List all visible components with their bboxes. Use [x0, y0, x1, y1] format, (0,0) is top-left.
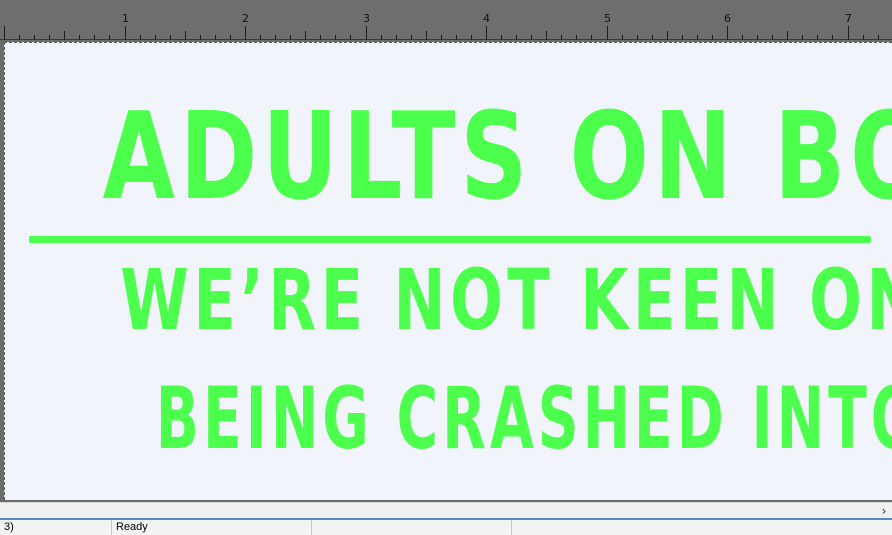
sign-underline[interactable] — [29, 236, 871, 243]
ruler-tick — [426, 31, 427, 40]
ruler-label: 7 — [845, 12, 852, 25]
ruler-tick — [727, 26, 728, 40]
horizontal-ruler: 1 2 3 4 5 6 7 — [0, 0, 892, 40]
ruler-tick — [64, 31, 65, 40]
ruler-tick — [546, 31, 547, 40]
sign-subline-2[interactable]: BEING CRASHED INTO EITHER — [156, 376, 892, 462]
ruler-tick — [305, 31, 306, 40]
ruler-tick — [125, 26, 126, 40]
status-cell-empty — [312, 520, 512, 535]
ruler-tick — [787, 31, 788, 40]
ruler-label: 6 — [724, 12, 731, 25]
ruler-tick — [848, 26, 849, 40]
canvas-area[interactable]: ADULTS ON BOARD WE’RE NOT KEEN ON BEING … — [0, 40, 892, 502]
ruler-label: 3 — [363, 12, 370, 25]
ruler-tick — [4, 26, 5, 40]
ruler-tick — [185, 31, 186, 40]
horizontal-scrollbar[interactable]: › — [0, 502, 892, 518]
ruler-tick — [245, 26, 246, 40]
status-cell-state: Ready — [112, 520, 312, 535]
ruler-tick — [366, 26, 367, 40]
status-bar: 3) Ready — [0, 518, 892, 535]
ruler-label: 4 — [483, 12, 490, 25]
sign-headline[interactable]: ADULTS ON BOARD — [103, 98, 892, 218]
design-canvas[interactable]: ADULTS ON BOARD WE’RE NOT KEEN ON BEING … — [4, 42, 892, 500]
ruler-label: 2 — [242, 12, 249, 25]
sign-subline-1[interactable]: WE’RE NOT KEEN ON — [120, 258, 892, 342]
status-cell-position: 3) — [0, 520, 112, 535]
ruler-label: 1 — [122, 12, 129, 25]
ruler-tick — [607, 26, 608, 40]
ruler-label: 5 — [604, 12, 611, 25]
ruler-tick — [486, 26, 487, 40]
ruler-tick — [667, 31, 668, 40]
scroll-right-icon[interactable]: › — [876, 503, 892, 518]
